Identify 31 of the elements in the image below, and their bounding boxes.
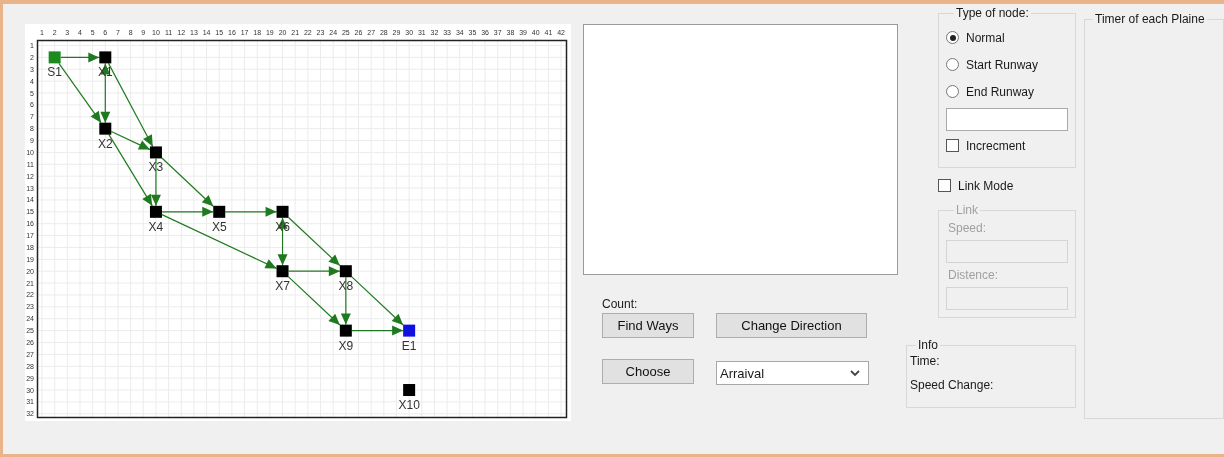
group-title: Info (917, 338, 939, 352)
node-label: X1 (97, 65, 113, 80)
increment-checkbox[interactable]: Increcment (946, 132, 1068, 159)
radio-option[interactable]: Normal (946, 24, 1068, 51)
node-label: X2 (97, 136, 113, 151)
node-label: X4 (148, 219, 164, 234)
count-label: Count: (602, 297, 638, 311)
node-label: X7 (275, 279, 290, 294)
group-title: Link (955, 203, 979, 217)
dropdown[interactable]: Arraival (716, 361, 869, 385)
node-label: X5 (211, 219, 227, 234)
chevron-icon (850, 369, 860, 377)
field-label: Distence: (948, 268, 1000, 282)
find-ways-button[interactable]: Find Ways (602, 313, 694, 338)
group-title: Type of node: (955, 6, 1030, 20)
choose-button[interactable]: Choose (602, 359, 694, 384)
info-label: Time: (910, 354, 941, 368)
group-title: Timer of each Plaine (1094, 12, 1206, 26)
node-label: X9 (338, 338, 354, 353)
node-label: X10 (398, 398, 420, 412)
input-field[interactable] (946, 108, 1068, 131)
change-direction-button[interactable]: Change Direction (716, 313, 867, 338)
info-label: Speed Change: (910, 378, 995, 392)
link-mode-checkbox[interactable]: Link Mode (938, 172, 1014, 199)
node[interactable] (99, 51, 112, 64)
node-label: S1 (47, 65, 62, 80)
field-label: Speed: (948, 221, 988, 235)
node-label: E1 (401, 338, 417, 353)
node[interactable] (403, 384, 416, 396)
radio-option[interactable]: Start Runway (946, 51, 1068, 78)
radio-option[interactable]: End Runway (946, 78, 1068, 105)
